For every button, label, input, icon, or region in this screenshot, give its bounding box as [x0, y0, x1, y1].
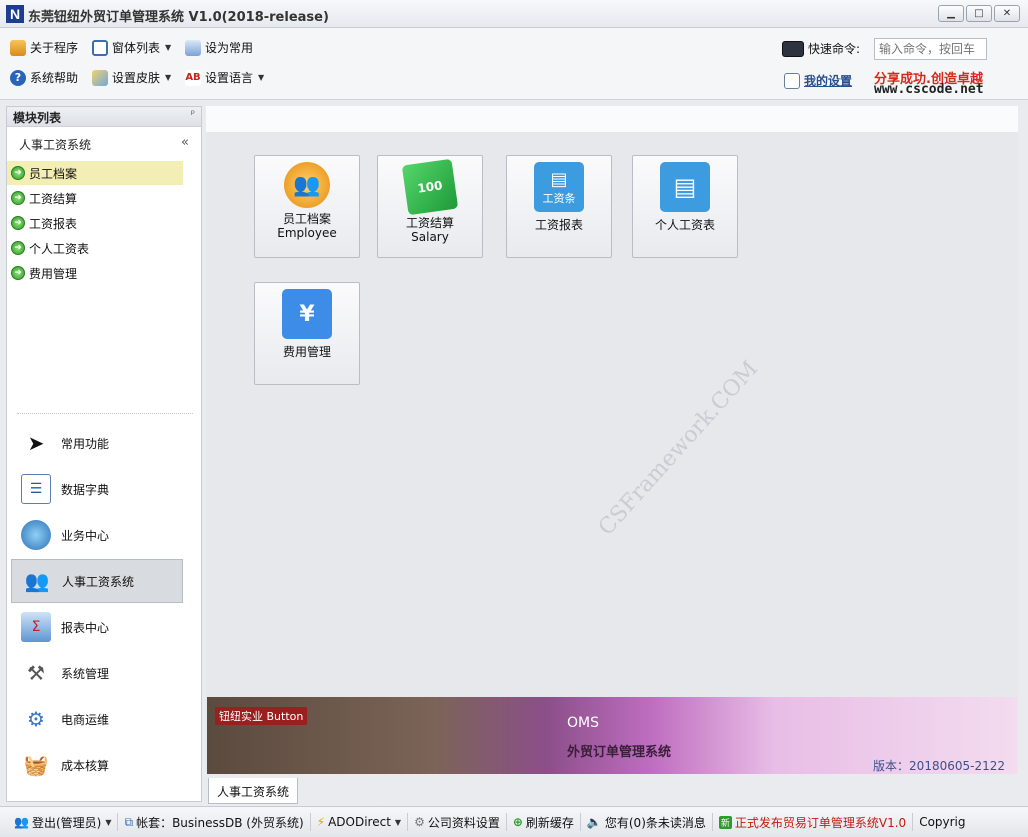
banner-tag: 钮纽实业 Button: [215, 707, 308, 725]
quick-command-label: 快速命令:: [782, 40, 860, 57]
language-button[interactable]: AB 设置语言 ▼: [185, 69, 264, 86]
tree-item-employee[interactable]: ➜ 员工档案: [7, 161, 183, 185]
gears-icon: ⚙: [27, 707, 45, 731]
people-icon: 👥: [24, 569, 50, 593]
messages-button[interactable]: 🔈 您有(0)条未读消息: [581, 813, 713, 831]
panel-header: 模块列表: [7, 107, 201, 127]
help-icon: ?: [10, 69, 26, 86]
group-title[interactable]: 人事工资系统: [7, 129, 201, 159]
tile-employee[interactable]: 👥 员工档案 Employee: [254, 155, 360, 258]
banner-title: OMS: [567, 715, 599, 731]
user-icon: 👥: [14, 815, 29, 829]
quick-command-input[interactable]: [874, 38, 987, 60]
window-controls: ▁ □ ✕: [938, 5, 1020, 22]
divider: [17, 413, 193, 415]
chevron-down-icon: ▼: [258, 73, 265, 82]
account-info[interactable]: ⧉ 帐套：BusinessDB (外贸系统): [118, 813, 311, 831]
nav-business-center[interactable]: 业务中心: [11, 513, 183, 557]
expense-icon: ¥: [282, 289, 332, 339]
cursor-icon: ➤: [27, 431, 45, 455]
go-arrow-icon: ➜: [11, 191, 25, 205]
collapse-icon[interactable]: «: [181, 135, 189, 150]
release-notice[interactable]: 新正式发布贸易订单管理系统V1.0: [713, 813, 914, 831]
salary-slip-icon: ▤ 工资条: [534, 162, 584, 212]
personal-salary-icon: ▤: [660, 162, 710, 212]
chevron-down-icon: ▼: [394, 817, 402, 827]
watermark: CSFramework.COM: [593, 356, 764, 541]
title-bar: N 东莞钮纽外贸订单管理系统 V1.0(2018-release) ▁ □ ✕: [0, 0, 1028, 28]
ado-dropdown[interactable]: ⚡ ADODirect ▼: [311, 813, 409, 831]
go-arrow-icon: ➜: [11, 166, 25, 180]
tools-icon: ⚒: [27, 661, 45, 685]
nav-ecommerce-ops[interactable]: ⚙ 电商运维: [11, 697, 183, 741]
nav-common-functions[interactable]: ➤ 常用功能: [11, 421, 183, 465]
nav-cost-accounting[interactable]: 🧺 成本核算: [11, 743, 183, 787]
new-icon: 新: [718, 815, 732, 829]
skin-button[interactable]: 设置皮肤 ▼: [92, 69, 171, 86]
set-common-button[interactable]: 设为常用: [185, 39, 253, 56]
home-icon: [10, 39, 26, 56]
settings-page-icon: [784, 72, 800, 89]
lightning-icon: ⚡: [316, 815, 326, 829]
refresh-cache-button[interactable]: ⊕ 刷新缓存: [507, 813, 581, 831]
company-settings-button[interactable]: ⚙ 公司资料设置: [408, 813, 507, 831]
tree-item-salary[interactable]: ➜ 工资结算: [7, 186, 183, 210]
nav-report-center[interactable]: Σ 报表中心: [11, 605, 183, 649]
network-icon: ⧉: [124, 814, 134, 829]
tile-salary-report[interactable]: ▤ 工资条 工资报表: [506, 155, 612, 258]
money-icon: 100: [401, 158, 459, 216]
report-icon: Σ: [21, 612, 51, 642]
tree-item-personal-salary[interactable]: ➜ 个人工资表: [7, 236, 183, 260]
status-bar: 👥 登出(管理员) ▼ ⧉ 帐套：BusinessDB (外贸系统) ⚡ ADODire…: [0, 806, 1028, 837]
window-title: 东莞钮纽外贸订单管理系统 V1.0(2018-release): [28, 10, 329, 25]
basket-icon: 🧺: [23, 753, 49, 777]
nav-hr-salary[interactable]: 👥 人事工资系统: [11, 559, 183, 603]
nav-data-dictionary[interactable]: ☰ 数据字典: [11, 467, 183, 511]
brand-url: www.cscode.net: [874, 82, 984, 97]
go-arrow-icon: ➜: [11, 266, 25, 280]
help-button[interactable]: ? 系统帮助: [10, 69, 78, 86]
version-label: 版本：20180605-2122: [873, 759, 1005, 773]
tile-expense[interactable]: ¥ 费用管理: [254, 282, 360, 385]
app-logo-icon: N: [6, 5, 24, 23]
tree-item-expense[interactable]: ➜ 费用管理: [7, 261, 183, 285]
list-icon: ☰: [21, 474, 51, 504]
about-button[interactable]: 关于程序: [10, 39, 78, 56]
copyright: Copyrig: [919, 815, 966, 829]
banner-subtitle: 外贸订单管理系统: [567, 745, 672, 760]
close-button[interactable]: ✕: [994, 5, 1020, 22]
skin-icon: [92, 69, 108, 86]
tile-salary[interactable]: 100 工资结算 Salary: [377, 155, 483, 258]
my-settings-link[interactable]: 我的设置: [784, 72, 852, 89]
chevron-down-icon: ▼: [105, 817, 112, 827]
language-icon: AB: [185, 69, 201, 86]
workspace-header: [206, 106, 1018, 132]
tile-personal-salary[interactable]: ▤ 个人工资表: [632, 155, 738, 258]
refresh-icon: ⊕: [512, 815, 523, 829]
tree-item-salary-report[interactable]: ➜ 工资报表: [7, 211, 183, 235]
window-icon: [92, 39, 108, 56]
pin-icon[interactable]: ᵖ: [191, 109, 195, 120]
main-workspace: 👥 员工档案 Employee 100 工资结算 Salary ▤ 工资条 工资报…: [206, 106, 1018, 774]
speaker-icon: 🔈: [586, 815, 602, 829]
gear-icon: ⚙: [414, 815, 425, 829]
employee-icon: 👥: [284, 162, 330, 208]
logout-button[interactable]: 👥 登出(管理员) ▼: [8, 813, 119, 831]
maximize-button[interactable]: □: [966, 5, 992, 22]
star-page-icon: [185, 39, 201, 56]
chevron-down-icon: ▼: [165, 73, 172, 82]
nav-system-management[interactable]: ⚒ 系统管理: [11, 651, 183, 695]
terminal-icon: [782, 40, 804, 57]
chevron-down-icon: ▼: [165, 43, 172, 52]
minimize-button[interactable]: ▁: [938, 5, 964, 22]
go-arrow-icon: ➜: [11, 241, 25, 255]
window-list-button[interactable]: 窗体列表 ▼: [92, 39, 171, 56]
module-list-panel: 模块列表 ᵖ 人事工资系统 « ➜ 员工档案 ➜ 工资结算 ➜ 工资报表 ➜ 个人工资表…: [6, 106, 202, 802]
banner: 钮纽实业 Button OMS 外贸订单管理系统 版本：20180605-212…: [207, 697, 1017, 774]
globe-icon: [21, 520, 51, 550]
go-arrow-icon: ➜: [11, 216, 25, 230]
tab-hr-salary[interactable]: 人事工资系统: [208, 778, 298, 804]
